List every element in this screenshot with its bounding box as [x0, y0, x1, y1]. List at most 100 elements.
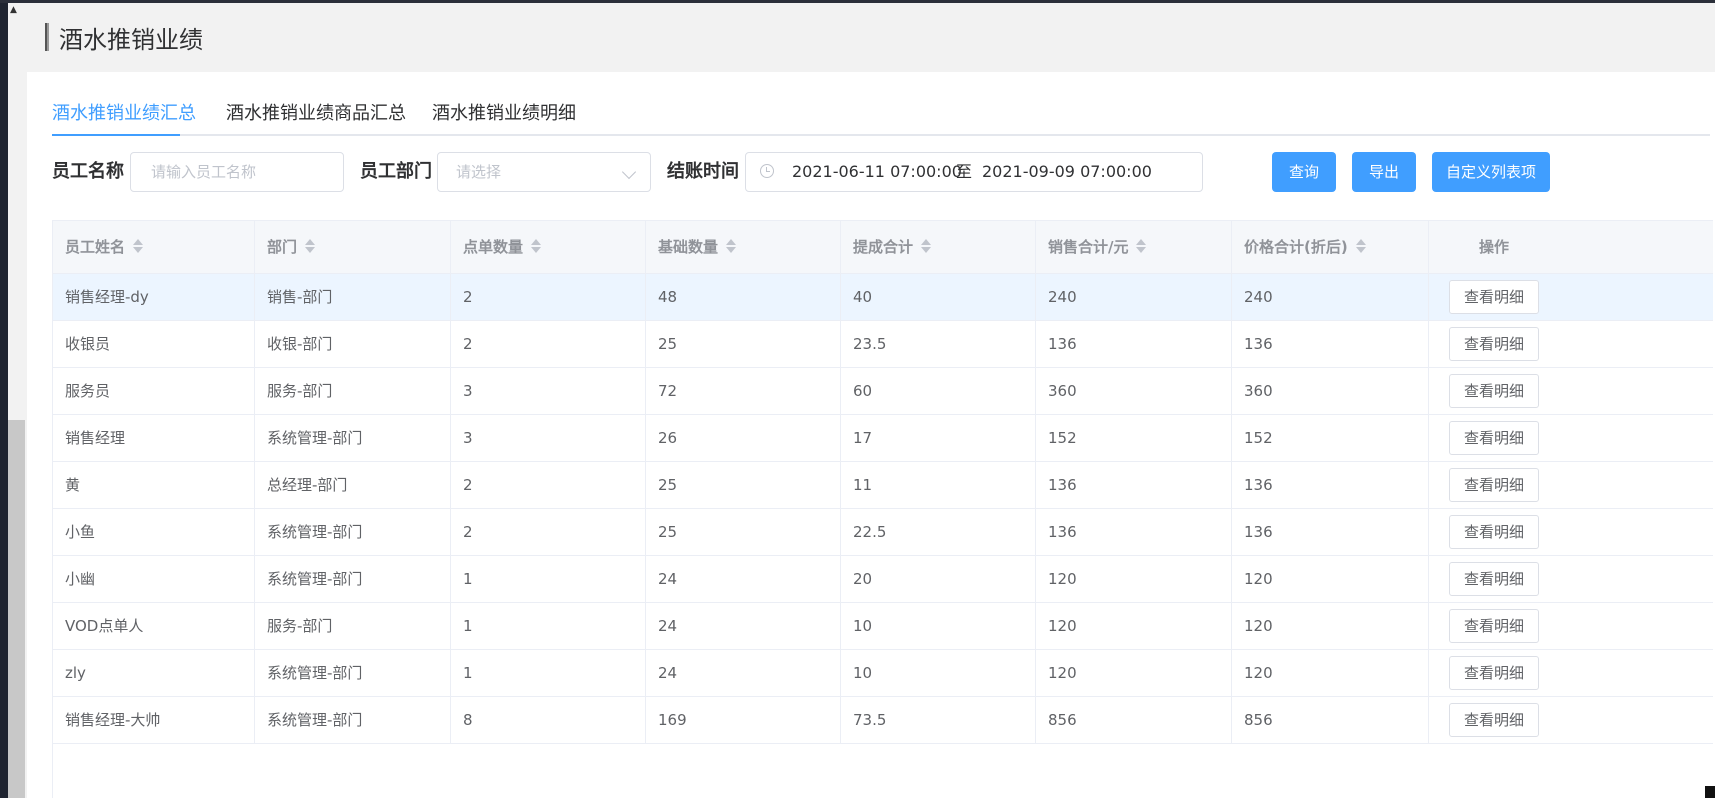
date-range-picker[interactable]: 2021-06-11 07:00:00 至 2021-09-09 07:00:0…: [745, 152, 1203, 192]
tab-active-indicator: [52, 134, 180, 136]
table-row[interactable]: 黄总经理-部门 2 25 11 136 136 查看明细: [53, 462, 1713, 509]
page-title: 酒水推销业绩: [59, 25, 203, 54]
table-row[interactable]: 小鱼 系统管理-部门 2 25 22.5 136 136 查看明细: [53, 509, 1713, 556]
sort-caret-icon[interactable]: [133, 238, 144, 253]
window-top-border: [0, 0, 1715, 3]
resize-corner: [1705, 786, 1715, 798]
vertical-scrollbar-thumb[interactable]: [8, 420, 25, 798]
table-cell: 136: [1232, 509, 1429, 555]
sort-caret-icon[interactable]: [305, 238, 316, 253]
table-row[interactable]: 销售经理-dy 销售-部门 2 48 40 240 240 查看明细: [53, 274, 1713, 321]
table-header: 员工姓名 部门 点单数量 基础数量 提成合计 销售合计/元 价格合计(折后) 操作: [53, 220, 1713, 274]
table-cell: 3: [451, 368, 646, 414]
table-cell: 系统管理-部门: [255, 697, 451, 743]
column-header-label: 点单数量: [463, 238, 524, 256]
table-cell: 25: [646, 462, 841, 508]
department-select[interactable]: 请选择: [437, 152, 651, 192]
table-row[interactable]: 收银员 收银-部门 2 25 23.5 136 136 查看明细: [53, 321, 1713, 368]
view-detail-button[interactable]: 查看明细: [1449, 703, 1539, 737]
left-edge-bar: [0, 3, 8, 798]
tab-detail[interactable]: 酒水推销业绩明细: [432, 94, 576, 134]
employee-name-input[interactable]: [149, 162, 347, 182]
column-header[interactable]: 价格合计(折后): [1232, 221, 1429, 273]
table-cell: 1: [451, 650, 646, 696]
column-header[interactable]: 员工姓名: [53, 221, 255, 273]
table-cell: 销售-部门: [255, 274, 451, 320]
table-cell: 60: [841, 368, 1036, 414]
table-cell: 服务员: [53, 368, 255, 414]
sort-caret-icon[interactable]: [531, 238, 542, 253]
view-detail-button[interactable]: 查看明细: [1449, 468, 1539, 502]
table-cell: 收银-部门: [255, 321, 451, 367]
employee-name-field[interactable]: [130, 152, 347, 192]
table-row[interactable]: 服务员 服务-部门 3 72 60 360 360 查看明细: [53, 368, 1713, 415]
page-header: 酒水推销业绩: [45, 20, 203, 54]
column-header[interactable]: 部门: [255, 221, 451, 273]
table-cell: 40: [841, 274, 1036, 320]
column-header-label: 员工姓名: [65, 238, 126, 256]
view-detail-button[interactable]: 查看明细: [1449, 327, 1539, 361]
table-body: 销售经理-dy 销售-部门 2 48 40 240 240 查看明细 收银员 收银-部门 2 25 23…: [53, 274, 1713, 744]
tab-product-summary[interactable]: 酒水推销业绩商品汇总: [226, 94, 406, 134]
table-cell: 152: [1232, 415, 1429, 461]
table-cell: 8: [451, 697, 646, 743]
table-cell-actions: 查看明细: [1429, 415, 1713, 461]
table-cell: 24: [646, 556, 841, 602]
table-cell: 240: [1036, 274, 1232, 320]
table-cell: 1: [451, 556, 646, 602]
table-cell: VOD点单人: [53, 603, 255, 649]
date-start[interactable]: 2021-06-11 07:00:00: [792, 153, 962, 191]
view-detail-button[interactable]: 查看明细: [1449, 515, 1539, 549]
view-detail-button[interactable]: 查看明细: [1449, 562, 1539, 596]
view-detail-button[interactable]: 查看明细: [1449, 280, 1539, 314]
table-cell: 系统管理-部门: [255, 509, 451, 555]
department-select-placeholder: 请选择: [456, 163, 502, 181]
column-header-label: 销售合计/元: [1048, 238, 1129, 256]
table-cell-actions: 查看明细: [1429, 321, 1713, 367]
table-cell: 系统管理-部门: [255, 650, 451, 696]
query-button[interactable]: 查询: [1272, 152, 1336, 192]
sort-caret-icon[interactable]: [726, 238, 737, 253]
performance-table: 员工姓名 部门 点单数量 基础数量 提成合计 销售合计/元 价格合计(折后) 操作 销售经理-…: [52, 220, 1713, 798]
view-detail-button[interactable]: 查看明细: [1449, 421, 1539, 455]
date-end[interactable]: 2021-09-09 07:00:00: [982, 153, 1152, 191]
export-button[interactable]: 导出: [1352, 152, 1416, 192]
view-detail-button[interactable]: 查看明细: [1449, 374, 1539, 408]
table-cell: 总经理-部门: [255, 462, 451, 508]
column-header[interactable]: 销售合计/元: [1036, 221, 1232, 273]
table-cell: 系统管理-部门: [255, 415, 451, 461]
sort-caret-icon[interactable]: [1355, 238, 1366, 253]
table-row[interactable]: 小幽 系统管理-部门 1 24 20 120 120 查看明细: [53, 556, 1713, 603]
view-detail-button[interactable]: 查看明细: [1449, 609, 1539, 643]
table-row[interactable]: zly 系统管理-部门 1 24 10 120 120 查看明细: [53, 650, 1713, 697]
table-cell: 20: [841, 556, 1036, 602]
table-row[interactable]: 销售经理-大帅 系统管理-部门 8 169 73.5 856 856 查看明细: [53, 697, 1713, 744]
column-header[interactable]: 点单数量: [451, 221, 646, 273]
scroll-up-arrow-icon[interactable]: ▲: [10, 6, 17, 15]
column-header-label: 操作: [1478, 238, 1509, 256]
sort-caret-icon[interactable]: [921, 238, 932, 253]
table-cell: 销售经理-dy: [53, 274, 255, 320]
table-cell: 120: [1232, 650, 1429, 696]
table-cell-actions: 查看明细: [1429, 462, 1713, 508]
sort-caret-icon[interactable]: [1136, 238, 1147, 253]
column-header[interactable]: 基础数量: [646, 221, 841, 273]
table-cell: 120: [1036, 556, 1232, 602]
column-header: 操作: [1429, 221, 1559, 273]
table-cell: zly: [53, 650, 255, 696]
column-header[interactable]: 提成合计: [841, 221, 1036, 273]
employee-name-label: 员工名称: [52, 161, 124, 182]
table-cell-actions: 查看明细: [1429, 556, 1713, 602]
checkout-time-label: 结账时间: [667, 161, 739, 182]
title-marker-icon: [45, 23, 49, 51]
table-cell: 销售经理: [53, 415, 255, 461]
table-cell: 169: [646, 697, 841, 743]
table-cell: 120: [1232, 603, 1429, 649]
table-row[interactable]: VOD点单人 服务-部门 1 24 10 120 120 查看明细: [53, 603, 1713, 650]
tab-summary[interactable]: 酒水推销业绩汇总: [52, 94, 196, 134]
view-detail-button[interactable]: 查看明细: [1449, 656, 1539, 690]
custom-columns-button[interactable]: 自定义列表项: [1432, 152, 1550, 192]
table-cell-actions: 查看明细: [1429, 368, 1713, 414]
table-row[interactable]: 销售经理 系统管理-部门 3 26 17 152 152 查看明细: [53, 415, 1713, 462]
table-cell: 120: [1036, 650, 1232, 696]
